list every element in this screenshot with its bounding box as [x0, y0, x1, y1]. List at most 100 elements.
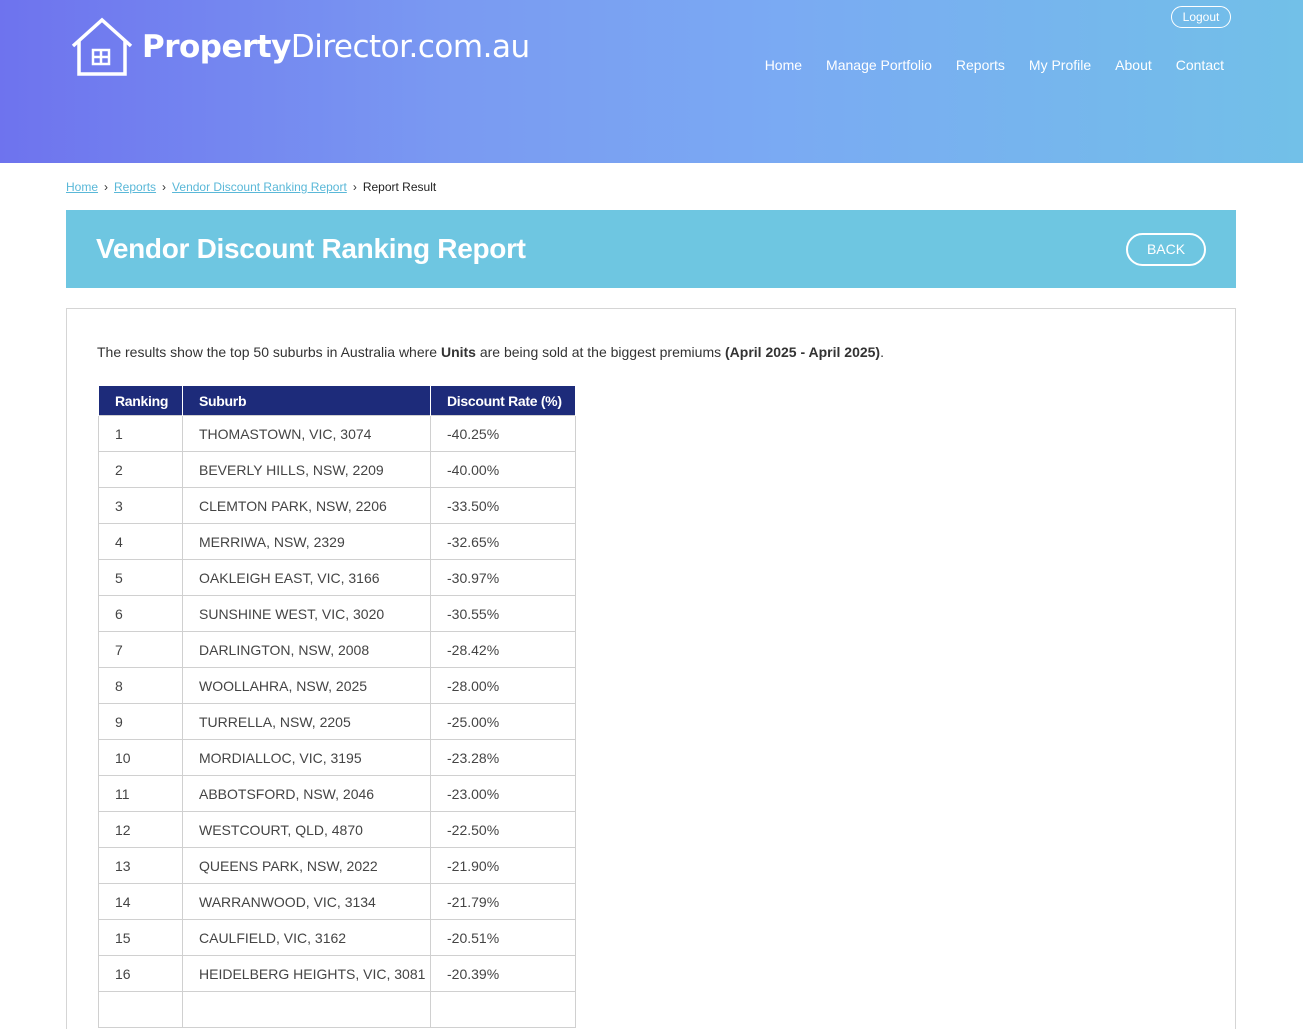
table-row: 16 HEIDELBERG HEIGHTS, VIC, 3081 -20.39% — [98, 955, 576, 992]
page-banner: Vendor Discount Ranking Report BACK — [66, 210, 1236, 288]
site-header: PropertyDirector.com.au Logout Home Mana… — [0, 0, 1303, 163]
site-logo[interactable]: PropertyDirector.com.au — [70, 16, 530, 78]
cell-discount-rate: -33.50% — [430, 487, 576, 524]
column-header-ranking: Ranking — [98, 385, 183, 416]
back-button[interactable]: BACK — [1126, 233, 1206, 266]
cell-ranking — [98, 991, 183, 1028]
table-row — [98, 991, 576, 1028]
cell-ranking: 11 — [98, 775, 183, 812]
table-row: 13 QUEENS PARK, NSW, 2022 -21.90% — [98, 847, 576, 884]
cell-discount-rate: -23.00% — [430, 775, 576, 812]
cell-ranking: 9 — [98, 703, 183, 740]
cell-ranking: 16 — [98, 955, 183, 992]
logout-button[interactable]: Logout — [1171, 6, 1231, 28]
cell-suburb: WOOLLAHRA, NSW, 2025 — [182, 667, 431, 704]
chevron-right-icon: › — [352, 180, 357, 194]
cell-discount-rate: -28.42% — [430, 631, 576, 668]
intro-text-3: . — [880, 344, 884, 360]
cell-discount-rate: -30.55% — [430, 595, 576, 632]
cell-suburb: SUNSHINE WEST, VIC, 3020 — [182, 595, 431, 632]
cell-suburb: TURRELLA, NSW, 2205 — [182, 703, 431, 740]
breadcrumb: Home › Reports › Vendor Discount Ranking… — [66, 180, 436, 194]
intro-property-type: Units — [440, 344, 476, 360]
table-row: 15 CAULFIELD, VIC, 3162 -20.51% — [98, 919, 576, 956]
cell-suburb: OAKLEIGH EAST, VIC, 3166 — [182, 559, 431, 596]
nav-contact[interactable]: Contact — [1176, 57, 1224, 73]
nav-home[interactable]: Home — [765, 57, 802, 73]
cell-suburb: CAULFIELD, VIC, 3162 — [182, 919, 431, 956]
table-body: 1 THOMASTOWN, VIC, 3074 -40.25% 2 BEVERLY HI… — [98, 415, 576, 1028]
cell-suburb: ABBOTSFORD, NSW, 2046 — [182, 775, 431, 812]
cell-ranking: 8 — [98, 667, 183, 704]
cell-ranking: 7 — [98, 631, 183, 668]
breadcrumb-reports[interactable]: Reports — [114, 180, 156, 194]
cell-discount-rate: -40.25% — [430, 415, 576, 452]
nav-reports[interactable]: Reports — [956, 57, 1005, 73]
cell-discount-rate: -32.65% — [430, 523, 576, 560]
cell-suburb: BEVERLY HILLS, NSW, 2209 — [182, 451, 431, 488]
logo-text-bold: Property — [142, 29, 291, 65]
logo-text: PropertyDirector.com.au — [142, 29, 530, 65]
cell-ranking: 6 — [98, 595, 183, 632]
cell-suburb: THOMASTOWN, VIC, 3074 — [182, 415, 431, 452]
nav-about[interactable]: About — [1115, 57, 1152, 73]
breadcrumb-report[interactable]: Vendor Discount Ranking Report — [172, 180, 347, 194]
table-row: 7 DARLINGTON, NSW, 2008 -28.42% — [98, 631, 576, 668]
table-row: 12 WESTCOURT, QLD, 4870 -22.50% — [98, 811, 576, 848]
cell-discount-rate: -21.79% — [430, 883, 576, 920]
cell-ranking: 5 — [98, 559, 183, 596]
cell-ranking: 3 — [98, 487, 183, 524]
cell-ranking: 4 — [98, 523, 183, 560]
table-row: 3 CLEMTON PARK, NSW, 2206 -33.50% — [98, 487, 576, 524]
cell-discount-rate: -23.28% — [430, 739, 576, 776]
cell-suburb: WESTCOURT, QLD, 4870 — [182, 811, 431, 848]
cell-discount-rate: -40.00% — [430, 451, 576, 488]
nav-manage-portfolio[interactable]: Manage Portfolio — [826, 57, 932, 73]
cell-discount-rate: -20.39% — [430, 955, 576, 992]
cell-suburb: WARRANWOOD, VIC, 3134 — [182, 883, 431, 920]
table-row: 11 ABBOTSFORD, NSW, 2046 -23.00% — [98, 775, 576, 812]
table-row: 9 TURRELLA, NSW, 2205 -25.00% — [98, 703, 576, 740]
cell-suburb: MORDIALLOC, VIC, 3195 — [182, 739, 431, 776]
column-header-discount-rate: Discount Rate (%) — [430, 385, 576, 416]
intro-date-range: (April 2025 - April 2025) — [725, 344, 881, 360]
report-content: The results show the top 50 suburbs in A… — [66, 308, 1236, 1029]
chevron-right-icon: › — [104, 180, 109, 194]
cell-discount-rate: -22.50% — [430, 811, 576, 848]
cell-ranking: 10 — [98, 739, 183, 776]
table-row: 6 SUNSHINE WEST, VIC, 3020 -30.55% — [98, 595, 576, 632]
breadcrumb-current: Report Result — [362, 180, 437, 194]
main-nav: Home Manage Portfolio Reports My Profile… — [765, 57, 1224, 73]
intro-text-1: The results show the top 50 suburbs in A… — [97, 344, 441, 360]
table-row: 1 THOMASTOWN, VIC, 3074 -40.25% — [98, 415, 576, 452]
ranking-table: Ranking Suburb Discount Rate (%) 1 THOMAS… — [98, 385, 576, 1028]
cell-discount-rate — [430, 991, 576, 1028]
table-row: 8 WOOLLAHRA, NSW, 2025 -28.00% — [98, 667, 576, 704]
logo-text-light: Director.com.au — [290, 29, 530, 65]
column-header-suburb: Suburb — [182, 385, 431, 416]
nav-my-profile[interactable]: My Profile — [1029, 57, 1091, 73]
cell-discount-rate: -25.00% — [430, 703, 576, 740]
cell-ranking: 13 — [98, 847, 183, 884]
cell-ranking: 15 — [98, 919, 183, 956]
cell-ranking: 14 — [98, 883, 183, 920]
table-row: 4 MERRIWA, NSW, 2329 -32.65% — [98, 523, 576, 560]
cell-ranking: 12 — [98, 811, 183, 848]
table-row: 2 BEVERLY HILLS, NSW, 2209 -40.00% — [98, 451, 576, 488]
table-row: 5 OAKLEIGH EAST, VIC, 3166 -30.97% — [98, 559, 576, 596]
cell-suburb: CLEMTON PARK, NSW, 2206 — [182, 487, 431, 524]
cell-discount-rate: -21.90% — [430, 847, 576, 884]
cell-discount-rate: -20.51% — [430, 919, 576, 956]
table-row: 10 MORDIALLOC, VIC, 3195 -23.28% — [98, 739, 576, 776]
house-logo-icon — [71, 17, 133, 76]
table-row: 14 WARRANWOOD, VIC, 3134 -21.79% — [98, 883, 576, 920]
cell-suburb: QUEENS PARK, NSW, 2022 — [182, 847, 431, 884]
cell-suburb: HEIDELBERG HEIGHTS, VIC, 3081 — [182, 955, 431, 992]
cell-ranking: 2 — [98, 451, 183, 488]
breadcrumb-home[interactable]: Home — [66, 180, 98, 194]
report-intro: The results show the top 50 suburbs in A… — [97, 344, 884, 360]
cell-ranking: 1 — [98, 415, 183, 452]
cell-discount-rate: -30.97% — [430, 559, 576, 596]
cell-suburb: MERRIWA, NSW, 2329 — [182, 523, 431, 560]
cell-discount-rate: -28.00% — [430, 667, 576, 704]
